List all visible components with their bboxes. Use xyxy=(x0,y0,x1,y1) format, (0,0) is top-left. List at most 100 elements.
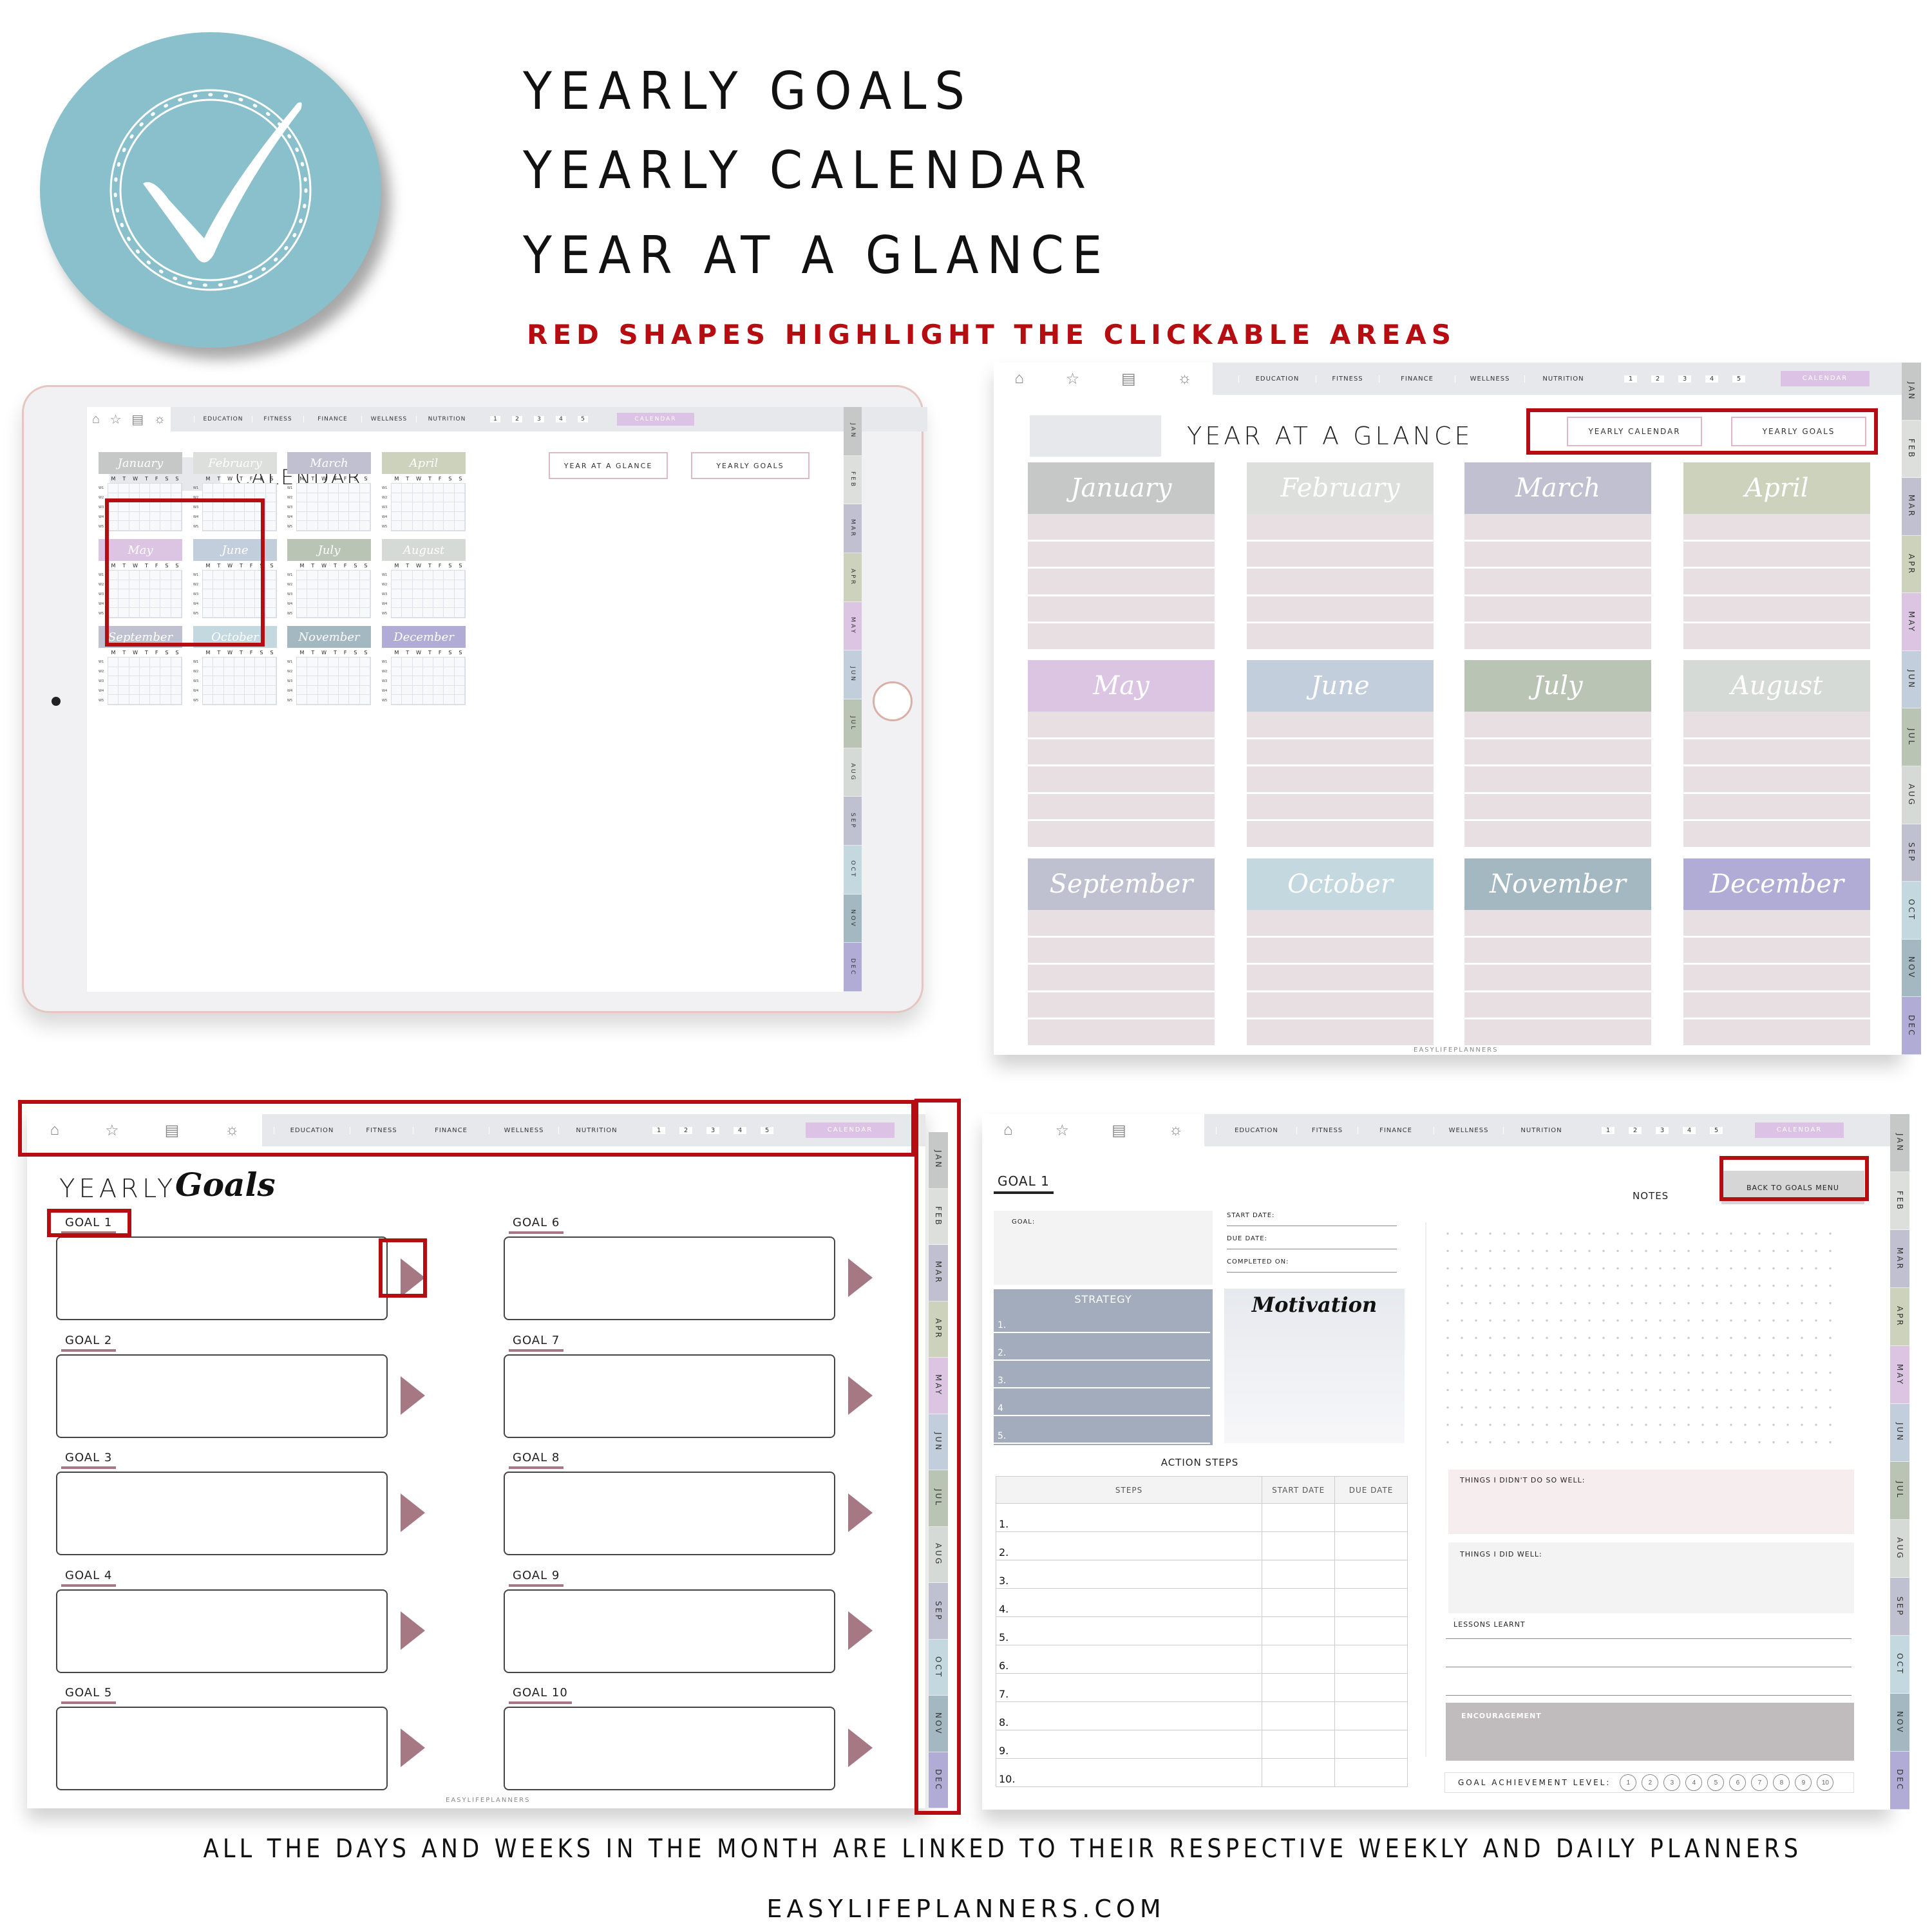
goal-arrow-icon[interactable] xyxy=(848,1376,873,1415)
goal-box-3[interactable] xyxy=(56,1472,388,1555)
step-cell[interactable]: 7. xyxy=(995,1673,1263,1702)
day-cell[interactable] xyxy=(392,580,402,590)
day-cell[interactable] xyxy=(422,676,434,686)
day-cell[interactable] xyxy=(422,521,434,531)
completed-on-field[interactable]: COMPLETED ON: xyxy=(1227,1258,1397,1273)
glance-row[interactable] xyxy=(1464,623,1651,649)
day-cell[interactable] xyxy=(444,667,455,677)
day-cell[interactable] xyxy=(422,580,434,590)
start-date-cell[interactable] xyxy=(1262,1588,1336,1617)
week-label[interactable]: W2 xyxy=(382,496,391,500)
nav-fitness[interactable]: FITNESS xyxy=(252,416,303,422)
day-cell[interactable] xyxy=(297,658,308,667)
strategy-item[interactable]: 5. xyxy=(994,1416,1210,1444)
day-cell[interactable] xyxy=(265,676,276,686)
day-cell[interactable] xyxy=(307,685,318,696)
due-date-cell[interactable] xyxy=(1334,1616,1408,1645)
week-label[interactable]: W4 xyxy=(382,689,391,693)
due-date-cell[interactable] xyxy=(1334,1758,1408,1787)
day-cell[interactable] xyxy=(139,676,151,686)
day-cell[interactable] xyxy=(108,667,119,677)
day-cell[interactable] xyxy=(203,484,214,493)
day-cell[interactable] xyxy=(392,695,402,705)
day-cell[interactable] xyxy=(297,695,308,705)
day-cell[interactable] xyxy=(359,608,370,618)
day-cell[interactable] xyxy=(203,676,214,686)
day-cell[interactable] xyxy=(392,521,402,531)
day-cell[interactable] xyxy=(317,658,328,667)
day-cell[interactable] xyxy=(307,589,318,599)
day-cell[interactable] xyxy=(118,484,129,493)
day-cell[interactable] xyxy=(139,658,151,667)
notepad-icon[interactable]: ▤ xyxy=(1112,1121,1126,1140)
day-cell[interactable] xyxy=(171,484,182,493)
week-label[interactable]: W4 xyxy=(287,515,296,519)
day-cell[interactable] xyxy=(255,685,266,696)
day-cell[interactable] xyxy=(108,658,119,667)
lessons-line-1[interactable] xyxy=(1446,1638,1852,1639)
day-cell[interactable] xyxy=(454,484,465,493)
day-cell[interactable] xyxy=(412,667,423,677)
month-tab-sep[interactable]: SEP xyxy=(1902,824,1921,882)
due-date-cell[interactable] xyxy=(1334,1730,1408,1759)
month-tab-sep[interactable]: SEP xyxy=(1890,1578,1909,1636)
due-date-cell[interactable] xyxy=(1334,1531,1408,1560)
day-cell[interactable] xyxy=(359,598,370,609)
nav-page-4[interactable]: 4 xyxy=(1683,1126,1696,1134)
day-cell[interactable] xyxy=(307,493,318,503)
day-cell[interactable] xyxy=(422,502,434,512)
day-cell[interactable] xyxy=(444,676,455,686)
day-cell[interactable] xyxy=(265,685,276,696)
month-tab-feb[interactable]: FEB xyxy=(844,455,862,505)
start-date-field[interactable]: START DATE: xyxy=(1227,1212,1397,1226)
day-cell[interactable] xyxy=(433,589,444,599)
day-cell[interactable] xyxy=(245,676,256,686)
strategy-item[interactable]: 2. xyxy=(994,1333,1210,1361)
week-label[interactable]: W1 xyxy=(287,486,296,490)
achievement-level-6[interactable]: 6 xyxy=(1729,1774,1747,1791)
glance-row[interactable] xyxy=(1683,596,1870,624)
day-cell[interactable] xyxy=(108,695,119,705)
month-tab-aug[interactable]: AUG xyxy=(1890,1520,1909,1578)
day-cell[interactable] xyxy=(444,571,455,580)
week-label[interactable]: W4 xyxy=(193,689,202,693)
goal-arrow-icon[interactable] xyxy=(401,1728,425,1767)
day-cell[interactable] xyxy=(454,511,465,522)
goal-box-8[interactable] xyxy=(504,1472,835,1555)
week-label[interactable]: W1 xyxy=(382,486,391,490)
nav-calendar-button[interactable]: CALENDAR xyxy=(1755,1122,1844,1138)
day-cell[interactable] xyxy=(328,521,339,531)
goal-box-10[interactable] xyxy=(504,1707,835,1790)
goal-box-2[interactable] xyxy=(56,1354,388,1438)
month-tab-jun[interactable]: JUN xyxy=(844,650,862,700)
day-cell[interactable] xyxy=(213,658,224,667)
day-cell[interactable] xyxy=(349,589,360,599)
day-cell[interactable] xyxy=(317,571,328,580)
day-cell[interactable] xyxy=(317,608,328,618)
glance-row[interactable] xyxy=(1464,938,1651,965)
day-cell[interactable] xyxy=(433,685,444,696)
goal-arrow-icon[interactable] xyxy=(401,1493,425,1532)
day-cell[interactable] xyxy=(412,484,423,493)
glance-row[interactable] xyxy=(1028,739,1215,767)
day-cell[interactable] xyxy=(422,493,434,503)
glance-row[interactable] xyxy=(1028,938,1215,965)
day-cell[interactable] xyxy=(234,667,245,677)
nav-finance[interactable]: FINANCE xyxy=(303,416,361,422)
due-date-cell[interactable] xyxy=(1334,1503,1408,1532)
day-cell[interactable] xyxy=(433,658,444,667)
day-cell[interactable] xyxy=(129,676,140,686)
day-cell[interactable] xyxy=(213,695,224,705)
day-cell[interactable] xyxy=(150,484,161,493)
month-header[interactable]: April xyxy=(382,452,466,474)
day-cell[interactable] xyxy=(265,511,276,522)
day-cell[interactable] xyxy=(359,571,370,580)
day-cell[interactable] xyxy=(422,667,434,677)
due-date-cell[interactable] xyxy=(1334,1701,1408,1730)
glance-row[interactable] xyxy=(1464,910,1651,938)
day-cell[interactable] xyxy=(150,685,161,696)
nav-page-4[interactable]: 4 xyxy=(556,416,566,422)
day-cell[interactable] xyxy=(307,658,318,667)
day-cell[interactable] xyxy=(139,685,151,696)
week-label[interactable]: W3 xyxy=(287,679,296,683)
